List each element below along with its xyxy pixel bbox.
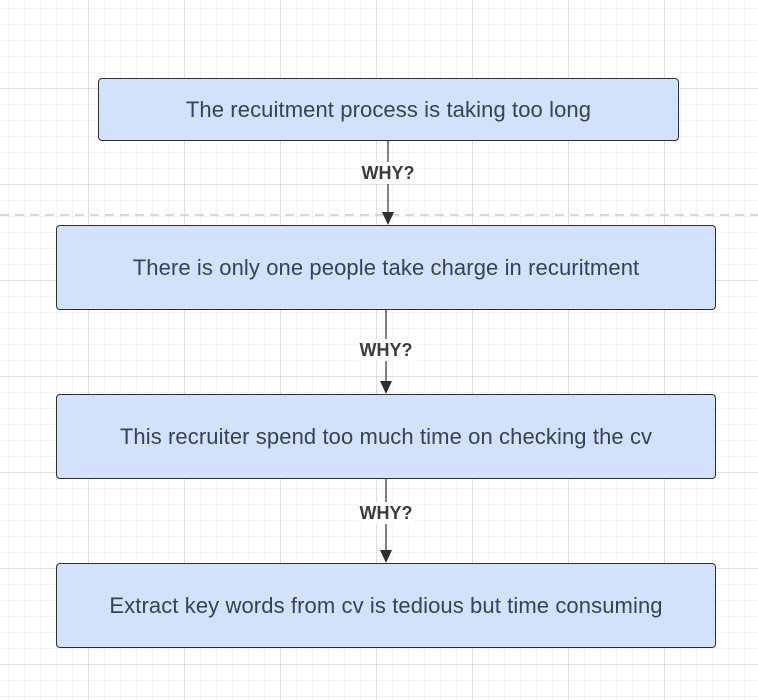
node-why-2-text: This recruiter spend too much time on ch… bbox=[119, 423, 653, 449]
edge-label-2[interactable]: WHY? bbox=[358, 339, 414, 361]
arrowhead-1 bbox=[382, 212, 394, 225]
arrowhead-3 bbox=[380, 550, 392, 563]
edge-label-1[interactable]: WHY? bbox=[360, 162, 416, 184]
node-why-3-text: Extract key words from cv is tedious but… bbox=[109, 592, 663, 618]
arrowhead-2 bbox=[380, 381, 392, 394]
node-why-3[interactable]: Extract key words from cv is tedious but… bbox=[56, 563, 716, 648]
diagram-canvas[interactable]: The recuitment process is taking too lon… bbox=[0, 0, 758, 700]
node-why-1[interactable]: There is only one people take charge in … bbox=[56, 225, 716, 310]
node-problem[interactable]: The recuitment process is taking too lon… bbox=[98, 78, 679, 141]
node-problem-text: The recuitment process is taking too lon… bbox=[185, 96, 592, 122]
node-why-1-text: There is only one people take charge in … bbox=[132, 254, 640, 280]
node-why-2[interactable]: This recruiter spend too much time on ch… bbox=[56, 394, 716, 479]
edge-label-3[interactable]: WHY? bbox=[358, 502, 414, 524]
